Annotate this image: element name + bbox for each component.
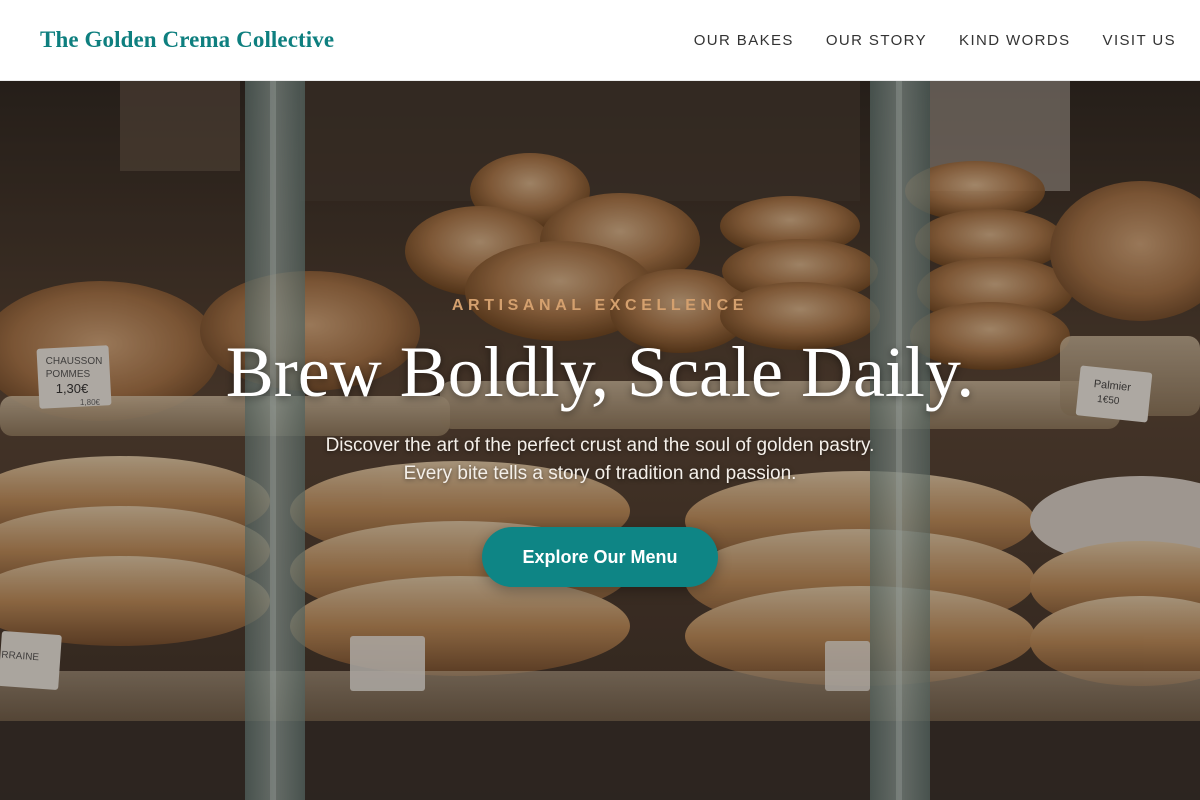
nav-item-visit-us[interactable]: VISIT US xyxy=(1103,32,1176,49)
hero-subtext-line-2: Every bite tells a story of tradition an… xyxy=(403,463,797,484)
main-nav: OUR BAKES OUR STORY KIND WORDS VISIT US xyxy=(694,32,1176,49)
hero-subtext-line-1: Discover the art of the perfect crust an… xyxy=(325,435,875,456)
hero-section: CHAUSSON POMMES 1,30€ 1,80€ Palmier 1€50 xyxy=(0,81,1200,800)
hero-content: ARTISANAL EXCELLENCE Brew Boldly, Scale … xyxy=(0,81,1200,800)
hero-eyebrow: ARTISANAL EXCELLENCE xyxy=(451,297,749,314)
site-header: The Golden Crema Collective OUR BAKES OU… xyxy=(0,0,1200,81)
nav-item-our-bakes[interactable]: OUR BAKES xyxy=(694,32,794,49)
nav-item-our-story[interactable]: OUR STORY xyxy=(826,32,927,49)
nav-item-kind-words[interactable]: KIND WORDS xyxy=(959,32,1071,49)
hero-subtext: Discover the art of the perfect crust an… xyxy=(0,432,1200,488)
brand-logo[interactable]: The Golden Crema Collective xyxy=(40,27,334,53)
hero-headline: Brew Boldly, Scale Daily. xyxy=(225,332,975,412)
explore-menu-button[interactable]: Explore Our Menu xyxy=(482,527,718,587)
